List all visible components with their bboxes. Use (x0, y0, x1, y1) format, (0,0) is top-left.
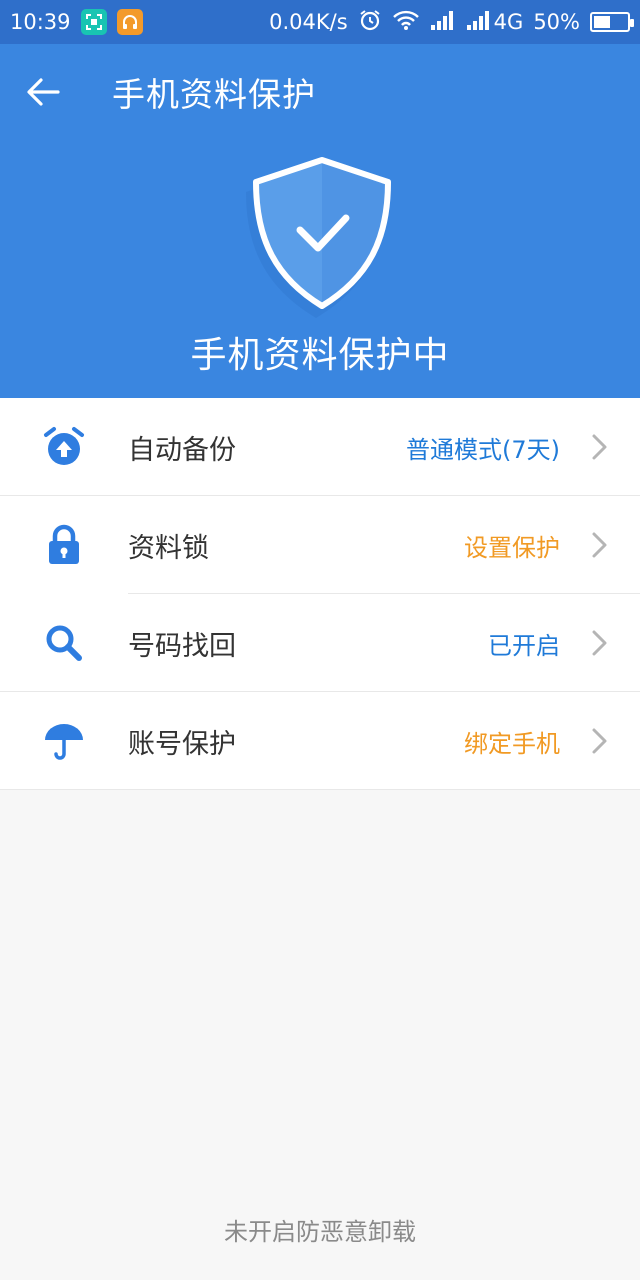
protection-status: 手机资料保护中 (190, 335, 450, 376)
alarm-icon (358, 8, 382, 37)
list-item-value: 普通模式(7天) (406, 435, 560, 464)
signal-icon-2 (466, 9, 492, 36)
list-item-data-lock[interactable]: 资料锁 设置保护 (0, 496, 640, 594)
back-arrow-icon (27, 78, 60, 106)
settings-list: 自动备份 普通模式(7天) 资料锁 设置保护 号码找回 已开启 账号保护 绑定手… (0, 398, 640, 790)
umbrella-icon (0, 692, 128, 790)
header: 手机资料保护 手机资料保护中 (0, 44, 640, 398)
list-item-value: 绑定手机 (464, 729, 560, 758)
back-button[interactable] (0, 44, 86, 140)
list-item-label: 资料锁 (128, 532, 209, 564)
net-speed: 0.04K/s (269, 10, 348, 34)
headset-app-icon (116, 9, 143, 35)
chevron-right-icon (560, 496, 640, 594)
signal-icon (430, 9, 456, 36)
list-item-value: 设置保护 (464, 533, 560, 562)
chevron-right-icon (560, 692, 640, 790)
anti-uninstall-link[interactable]: 未开启防恶意卸载 (0, 1212, 640, 1247)
list-item-number-recovery[interactable]: 号码找回 已开启 (0, 594, 640, 692)
list-item-label: 自动备份 (128, 434, 236, 466)
list-item-value: 已开启 (488, 631, 560, 660)
screenshot-icon (80, 9, 107, 35)
alarm-upload-icon (0, 398, 128, 496)
battery-fill (594, 16, 610, 28)
divider (0, 789, 640, 790)
status-time: 10:39 (10, 10, 71, 34)
status-bar: 10:39 0.04K/s 4G 50% (0, 0, 640, 44)
wifi-icon (392, 9, 420, 36)
battery-percent: 50% (533, 10, 580, 34)
list-item-label: 号码找回 (128, 630, 236, 662)
lock-icon (0, 496, 128, 594)
battery-icon (590, 12, 634, 32)
shield-check-icon (242, 152, 402, 322)
chevron-right-icon (560, 398, 640, 496)
list-item-label: 账号保护 (128, 728, 236, 760)
list-item-account-protection[interactable]: 账号保护 绑定手机 (0, 692, 640, 790)
search-icon (0, 594, 128, 692)
page-title: 手机资料保护 (112, 75, 316, 114)
list-item-auto-backup[interactable]: 自动备份 普通模式(7天) (0, 398, 640, 496)
network-type: 4G (493, 10, 524, 34)
toolbar: 手机资料保护 (0, 44, 640, 140)
chevron-right-icon (560, 594, 640, 692)
